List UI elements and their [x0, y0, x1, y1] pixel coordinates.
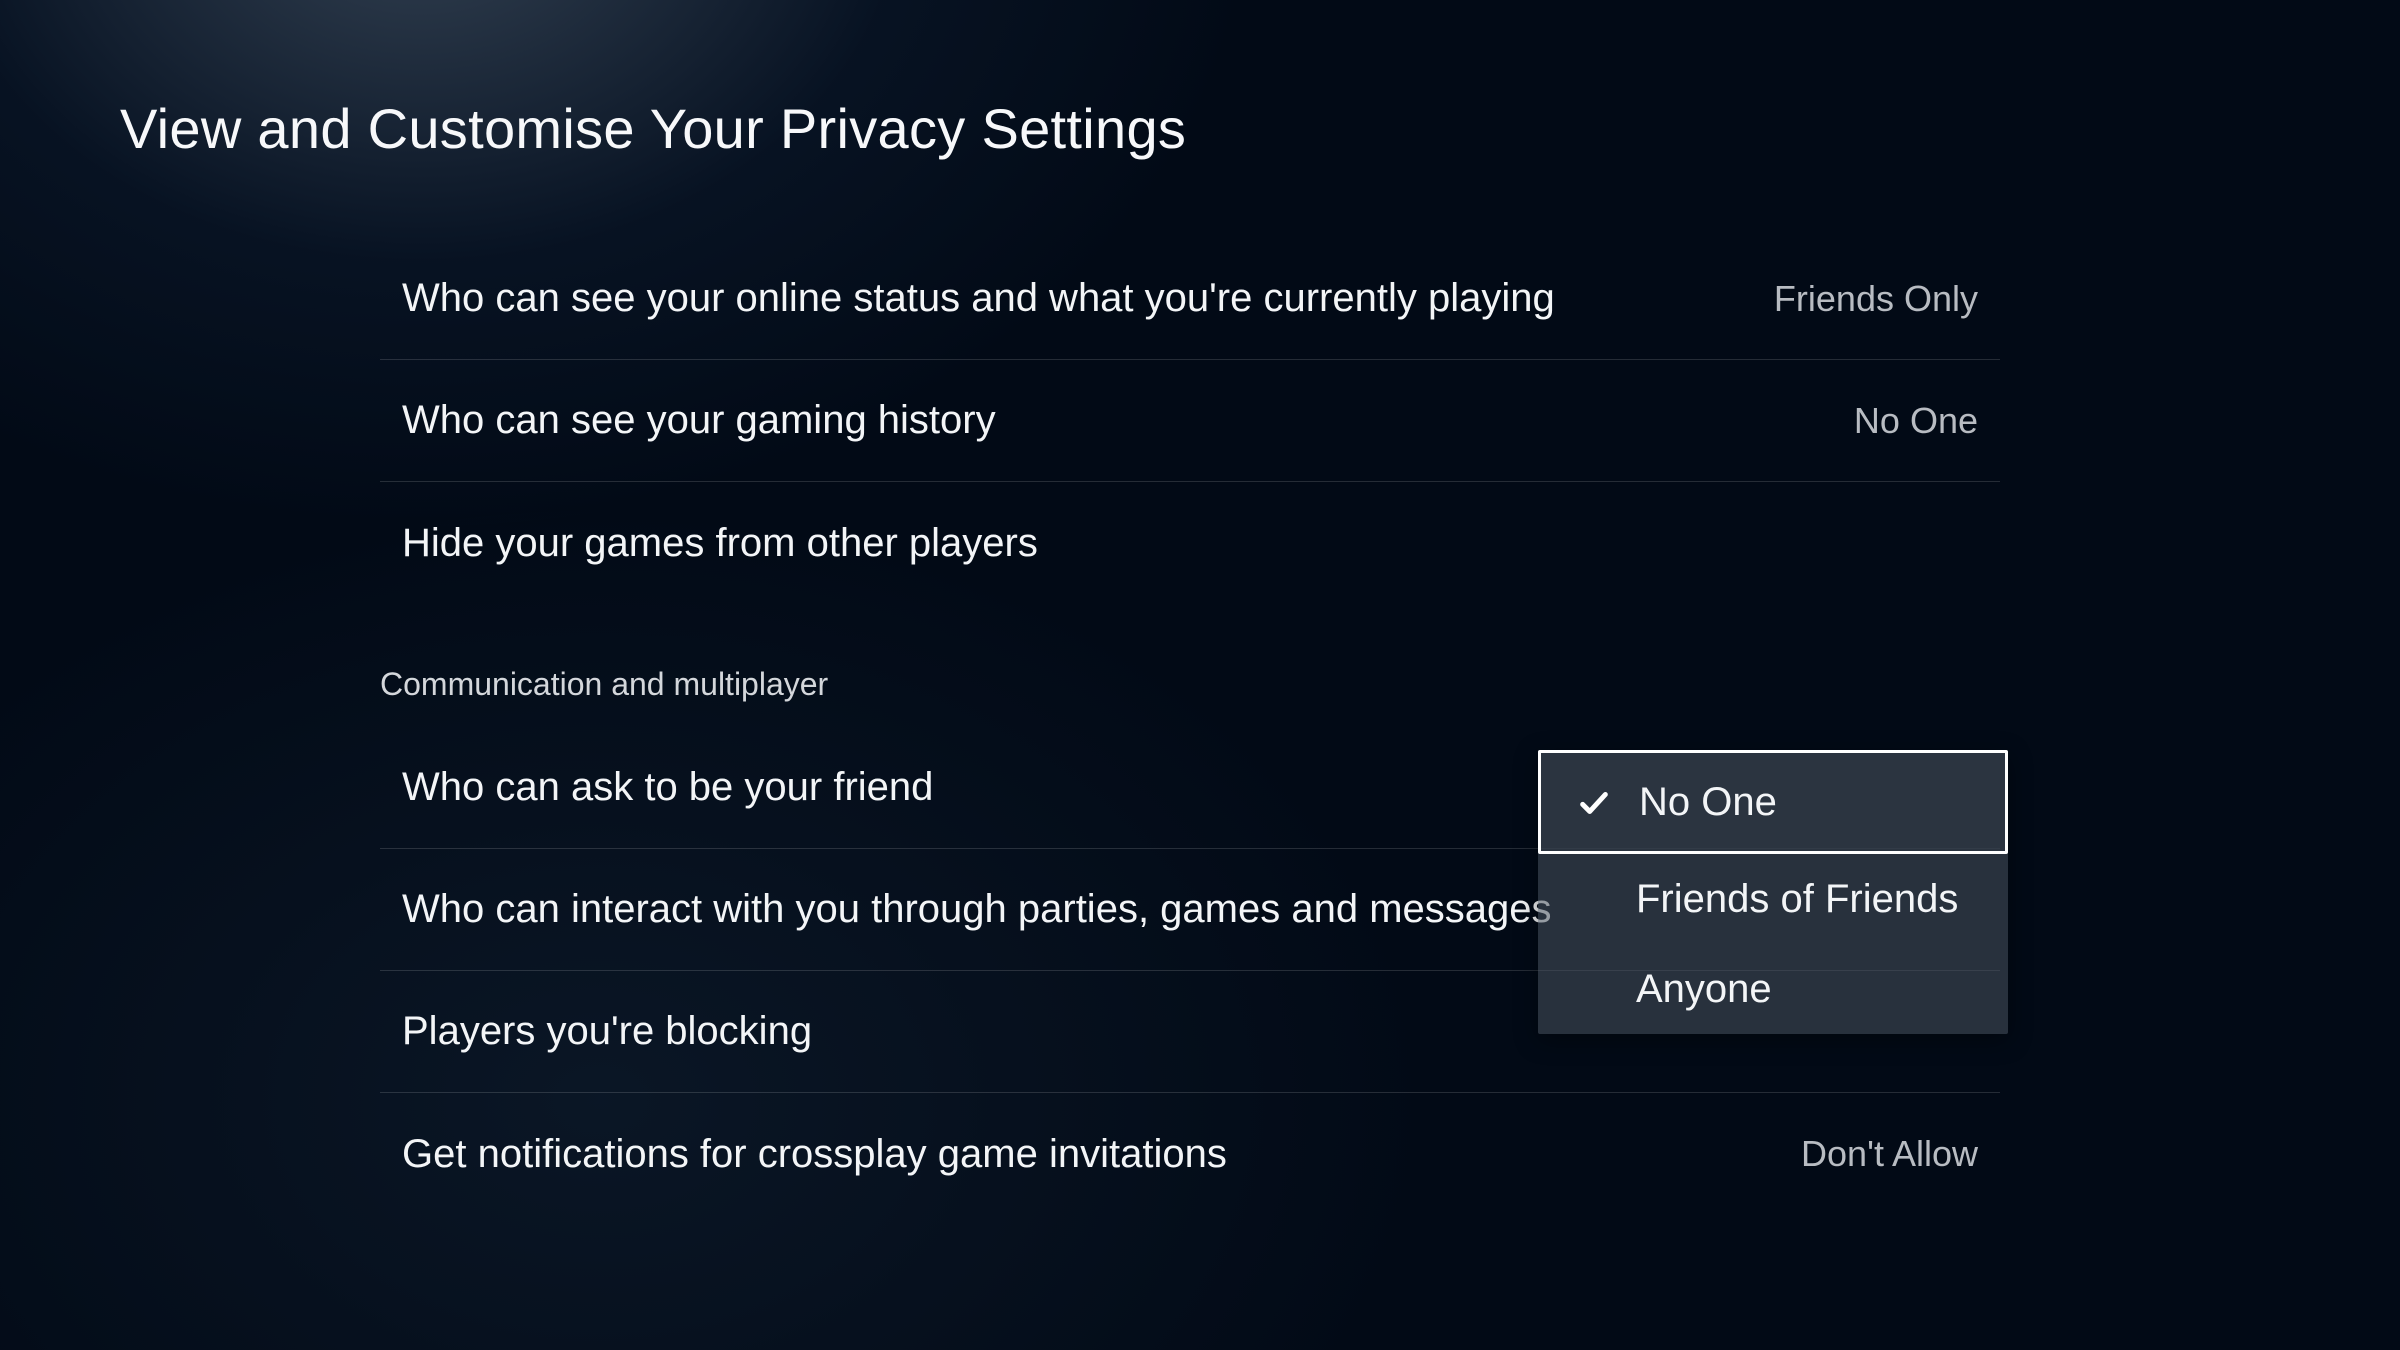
setting-label: Who can interact with you through partie… — [402, 887, 1552, 932]
dropdown-option-label: Anyone — [1636, 967, 1772, 1012]
setting-online-status[interactable]: Who can see your online status and what … — [380, 238, 2000, 360]
section-spacer — [380, 604, 2000, 666]
setting-crossplay-notifications[interactable]: Get notifications for crossplay game inv… — [380, 1093, 2000, 1215]
setting-value: Friends Only — [1774, 278, 1978, 320]
setting-label: Hide your games from other players — [402, 521, 1038, 566]
dropdown-option-label: Friends of Friends — [1636, 877, 1958, 922]
setting-value: No One — [1854, 400, 1978, 442]
setting-value: Don't Allow — [1801, 1133, 1978, 1175]
dropdown-option-no-one[interactable]: No One — [1538, 750, 2008, 854]
check-icon — [1577, 785, 1611, 819]
dropdown-friend-requests[interactable]: No One Friends of Friends Anyone — [1538, 750, 2008, 1034]
setting-label: Players you're blocking — [402, 1009, 812, 1054]
dropdown-option-anyone[interactable]: Anyone — [1538, 944, 2008, 1034]
setting-hide-games[interactable]: Hide your games from other players — [380, 482, 2000, 604]
section-header-communication: Communication and multiplayer — [380, 666, 2000, 727]
setting-label: Who can see your gaming history — [402, 398, 996, 443]
page-title: View and Customise Your Privacy Settings — [120, 96, 1186, 161]
setting-label: Get notifications for crossplay game inv… — [402, 1132, 1227, 1177]
setting-label: Who can see your online status and what … — [402, 276, 1555, 321]
settings-list: Who can see your online status and what … — [380, 238, 2000, 1215]
dropdown-option-label: No One — [1639, 780, 1777, 825]
setting-gaming-history[interactable]: Who can see your gaming history No One — [380, 360, 2000, 482]
dropdown-option-friends-of-friends[interactable]: Friends of Friends — [1538, 854, 2008, 944]
setting-label: Who can ask to be your friend — [402, 765, 933, 810]
